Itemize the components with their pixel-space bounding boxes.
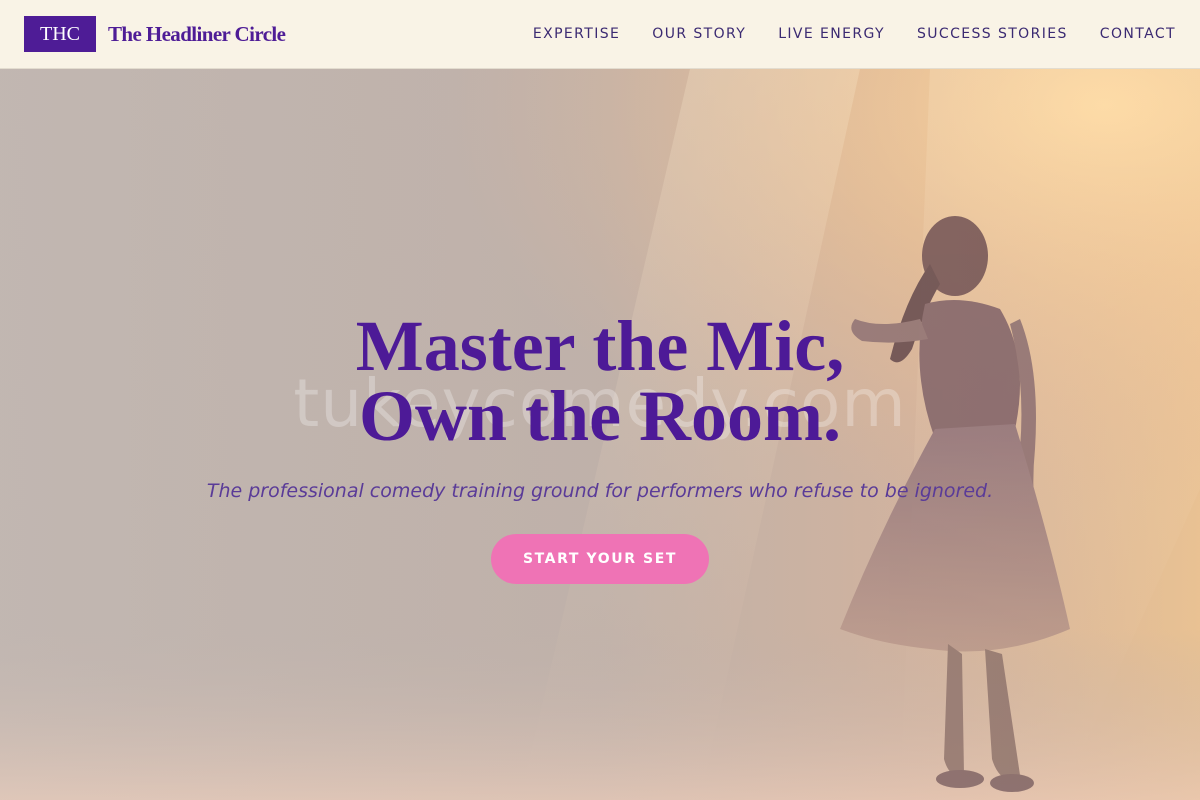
nav-link-success-stories[interactable]: SUCCESS STORIES [917, 26, 1068, 42]
nav-link-live-energy[interactable]: LIVE ENERGY [778, 26, 885, 42]
top-navbar: THC The Headliner Circle EXPERTISE OUR S… [0, 0, 1200, 69]
main-nav: EXPERTISE OUR STORY LIVE ENERGY SUCCESS … [533, 26, 1176, 42]
nav-link-contact[interactable]: CONTACT [1100, 26, 1176, 42]
brand-name[interactable]: The Headliner Circle [108, 22, 286, 47]
hero-headline-line-1: Master the Mic, [355, 306, 845, 386]
nav-link-our-story[interactable]: OUR STORY [652, 26, 746, 42]
hero-headline: Master the Mic, Own the Room. [0, 306, 1200, 456]
start-your-set-button[interactable]: START YOUR SET [491, 534, 709, 584]
hero-section: tukeycomedy.com Master the Mic, Own the … [0, 69, 1200, 800]
logo-badge[interactable]: THC [24, 16, 96, 52]
hero-headline-line-2: Own the Room. [359, 376, 841, 456]
hero-subtitle: The professional comedy training ground … [206, 480, 994, 502]
nav-link-expertise[interactable]: EXPERTISE [533, 26, 620, 42]
